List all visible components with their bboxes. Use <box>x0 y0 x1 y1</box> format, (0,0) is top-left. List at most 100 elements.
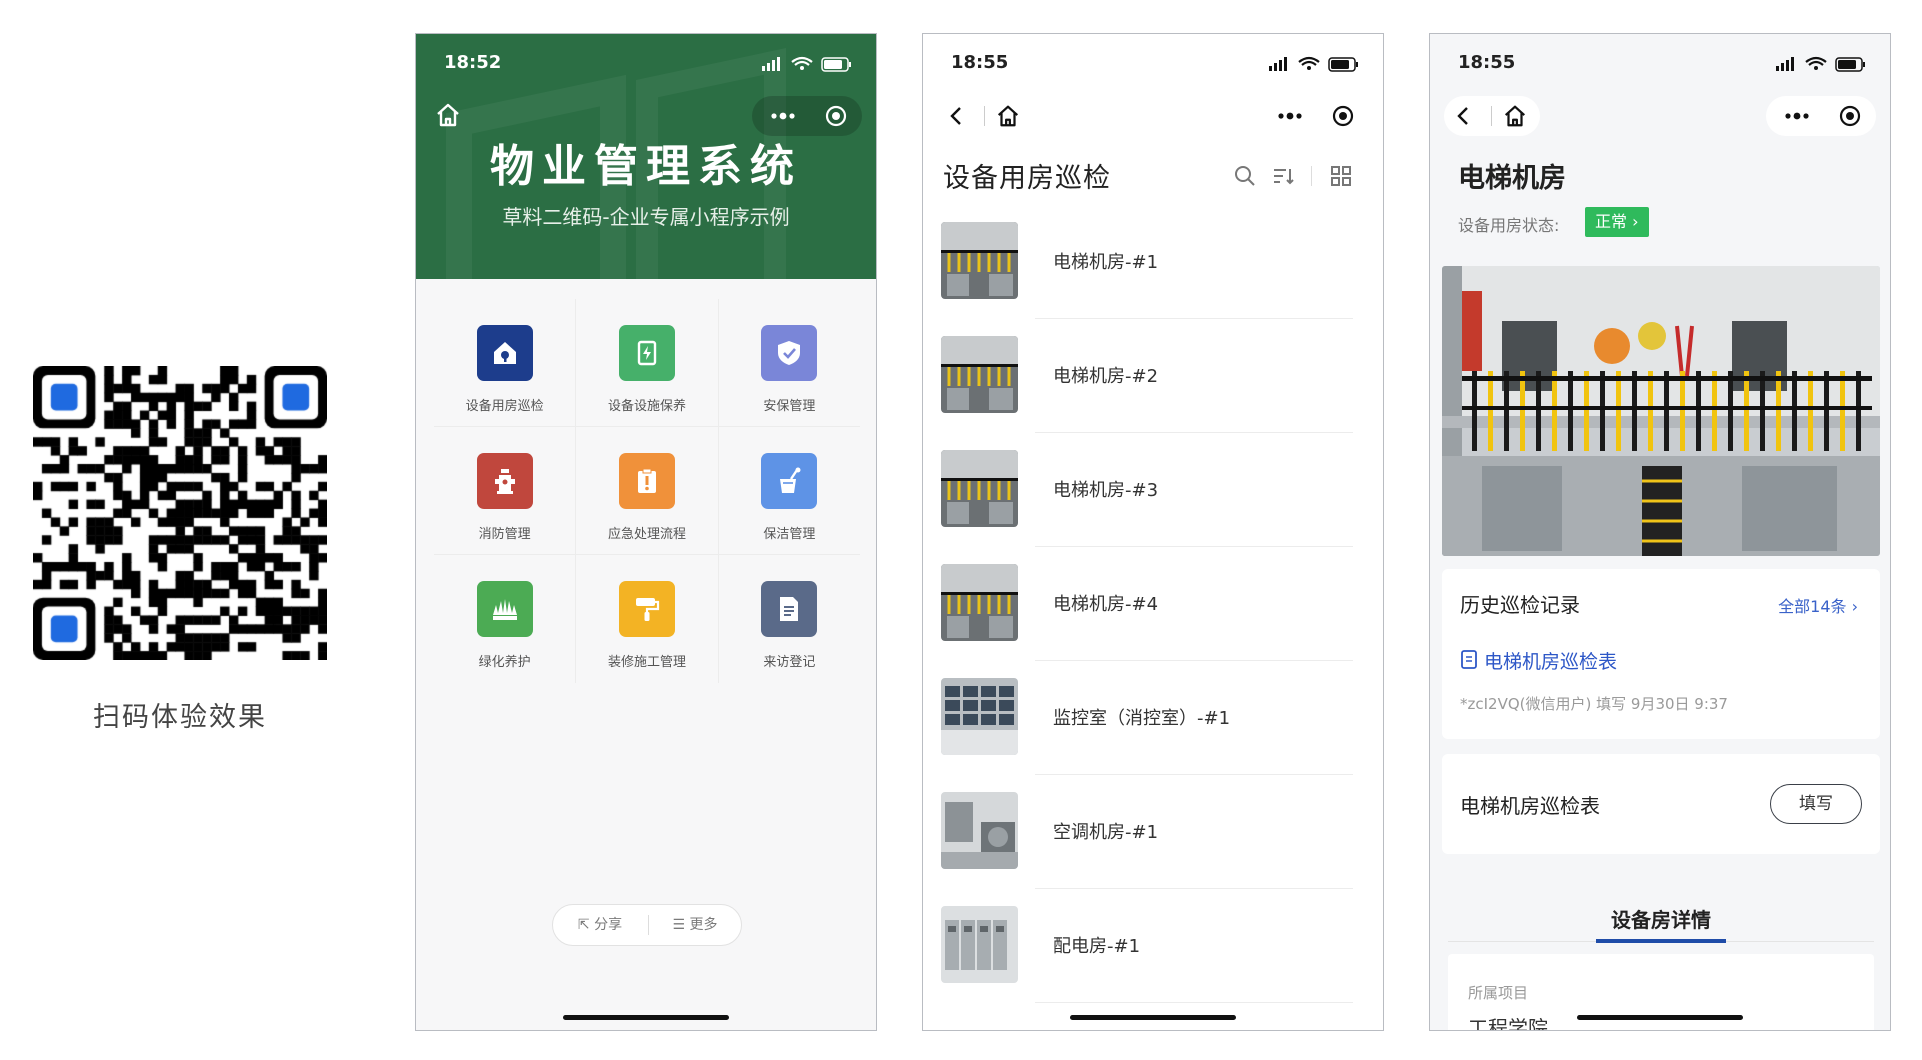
status-bar: 18:55 <box>923 34 1383 94</box>
nav-back-home <box>937 96 1033 136</box>
room-status-label: 设备用房状态: <box>1458 216 1560 235</box>
list-item[interactable]: 电梯机房-#2 <box>941 336 1367 450</box>
history-form-link[interactable]: 电梯机房巡检表 <box>1484 647 1617 674</box>
mini-program-capsule <box>752 96 862 136</box>
room-thumbnail <box>941 222 1018 299</box>
grid-item-label: 设备设施保养 <box>607 399 686 414</box>
room-thumbnail <box>941 450 1018 527</box>
close-mini-program-icon[interactable] <box>1331 104 1355 128</box>
cleaning-bucket-icon <box>761 453 818 509</box>
list-item[interactable]: 电梯机房-#3 <box>941 450 1367 564</box>
close-mini-program-icon[interactable] <box>824 104 848 128</box>
home-icon[interactable] <box>995 103 1021 129</box>
grid-item-greening[interactable]: 绿化养护 <box>434 555 577 683</box>
back-icon[interactable] <box>1452 104 1476 128</box>
phone-room-detail: 18:55 电梯机房 设备用房状态: 正常 › 历史巡检记录 全部14条 › 电… <box>1429 33 1891 1031</box>
fill-form-button[interactable]: 填写 <box>1770 784 1862 824</box>
wrench-house-icon <box>476 325 533 381</box>
grid-item-label: 设备用房巡检 <box>465 399 544 414</box>
list-item[interactable]: 配电房-#1 <box>941 906 1367 1020</box>
menu-icon: ☰ <box>672 917 690 933</box>
phone-home-screen: 物业管理系统 草料二维码-企业专属小程序示例 18:52 设备用房巡检 设备设施… <box>415 33 877 1031</box>
clipboard-alert-icon <box>618 453 675 509</box>
room-title: 电梯机房 <box>1458 163 1566 194</box>
share-button[interactable]: ⇱ 分享 <box>553 905 647 945</box>
detail-tab-bar: 设备房详情 <box>1448 904 1874 943</box>
list-item[interactable]: 空调机房-#1 <box>941 792 1367 906</box>
grid-item-visitor-registration[interactable]: 来访登记 <box>719 555 860 683</box>
share-label: 分享 <box>594 917 623 933</box>
more-options-icon[interactable] <box>768 106 798 126</box>
phone-inspection-list: 18:55 设备用房巡检 电梯机房-#1 电梯机房-#2 电梯机房-#3 电梯机… <box>922 33 1384 1031</box>
room-thumbnail <box>941 564 1018 641</box>
detail-field-value: 工程学院 <box>1468 1016 1548 1031</box>
detail-field-label: 所属项目 <box>1468 984 1529 1002</box>
list-item[interactable]: 电梯机房-#4 <box>941 564 1367 678</box>
status-time: 18:55 <box>951 52 1009 73</box>
history-card: 历史巡检记录 全部14条 › 电梯机房巡检表 *zcI2VQ(微信用户) 填写 … <box>1442 569 1880 739</box>
grid-view-icon[interactable] <box>1329 164 1353 188</box>
mini-program-capsule <box>1766 96 1876 136</box>
list-item[interactable]: 监控室（消控室）-#1 <box>941 678 1367 792</box>
room-thumbnail <box>941 678 1018 755</box>
list-item-label: 空调机房-#1 <box>1053 822 1159 843</box>
room-photo <box>1442 266 1880 556</box>
tab-room-details[interactable]: 设备房详情 <box>1448 904 1874 933</box>
grid-item-security[interactable]: 安保管理 <box>719 299 860 426</box>
shield-icon <box>761 325 818 381</box>
home-icon[interactable] <box>434 101 462 129</box>
room-thumbnail <box>941 906 1018 983</box>
page-title: 设备用房巡检 <box>943 163 1111 194</box>
room-thumbnail <box>941 792 1018 869</box>
status-bar: 18:55 <box>1430 34 1890 94</box>
app-title: 物业管理系统 <box>490 141 802 192</box>
more-options-icon[interactable] <box>1275 106 1305 126</box>
close-mini-program-icon[interactable] <box>1838 104 1862 128</box>
grid-item-facility-maintenance[interactable]: 设备设施保养 <box>576 299 719 426</box>
grid-item-label: 装修施工管理 <box>607 655 686 670</box>
paint-roller-icon <box>618 581 675 637</box>
home-indicator <box>563 1015 729 1020</box>
search-icon[interactable] <box>1233 164 1257 188</box>
grid-item-emergency-process[interactable]: 应急处理流程 <box>576 427 719 554</box>
grid-item-label: 应急处理流程 <box>607 527 686 542</box>
list-toolbar <box>1233 162 1363 190</box>
list-item-label: 配电房-#1 <box>1053 936 1141 957</box>
room-list: 电梯机房-#1 电梯机房-#2 电梯机房-#3 电梯机房-#4 监控室（消控室）… <box>941 222 1367 1020</box>
grass-icon <box>476 581 533 637</box>
qr-caption: 扫码体验效果 <box>93 702 267 733</box>
history-meta: *zcI2VQ(微信用户) 填写 9月30日 9:37 <box>1460 695 1728 713</box>
list-item[interactable]: 电梯机房-#1 <box>941 222 1367 336</box>
grid-item-fire-safety[interactable]: 消防管理 <box>434 427 577 554</box>
history-view-all-link[interactable]: 全部14条 › <box>1778 593 1858 617</box>
form-title: 电梯机房巡检表 <box>1460 794 1600 818</box>
more-button[interactable]: ☰ 更多 <box>648 905 742 945</box>
list-item-label: 监控室（消控室）-#1 <box>1053 708 1231 729</box>
back-icon[interactable] <box>945 104 969 128</box>
home-icon[interactable] <box>1502 103 1528 129</box>
grid-item-label: 来访登记 <box>763 655 816 670</box>
document-icon <box>761 581 818 637</box>
status-icons <box>1269 56 1358 72</box>
tab-underline <box>1596 939 1726 943</box>
more-options-icon[interactable] <box>1782 106 1812 126</box>
form-card: 电梯机房巡检表 填写 <box>1442 754 1880 854</box>
grid-item-cleaning[interactable]: 保洁管理 <box>719 427 860 554</box>
grid-item-label: 绿化养护 <box>478 655 531 670</box>
qr-code <box>33 366 327 660</box>
status-icons <box>762 56 851 72</box>
grid-item-equipment-room-inspection[interactable]: 设备用房巡检 <box>434 299 577 426</box>
list-item-label: 电梯机房-#4 <box>1053 594 1159 615</box>
home-indicator <box>1070 1015 1236 1020</box>
sort-icon[interactable] <box>1271 164 1295 188</box>
more-label: 更多 <box>689 917 718 933</box>
app-subtitle: 草料二维码-企业专属小程序示例 <box>502 205 790 229</box>
home-indicator <box>1577 1015 1743 1020</box>
grid-item-renovation[interactable]: 装修施工管理 <box>576 555 719 683</box>
feature-grid: 设备用房巡检 设备设施保养 安保管理 消防管理 应急处理流程 保洁管理 绿化养护… <box>434 299 860 683</box>
status-icons <box>1776 56 1865 72</box>
status-time: 18:55 <box>1458 52 1516 73</box>
status-badge[interactable]: 正常 › <box>1585 207 1649 237</box>
share-icon: ⇱ <box>577 917 595 933</box>
history-title: 历史巡检记录 <box>1460 593 1580 617</box>
